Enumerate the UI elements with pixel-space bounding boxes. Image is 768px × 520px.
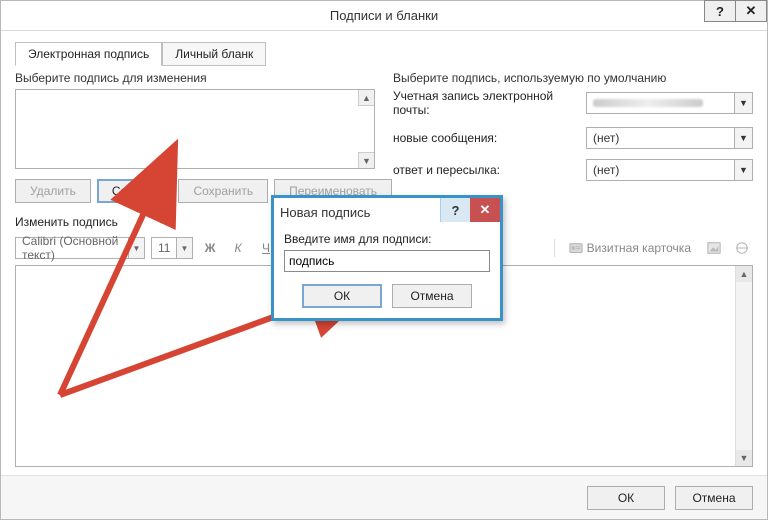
tab-signature[interactable]: Электронная подпись bbox=[15, 42, 162, 66]
select-signature-label: Выберите подпись для изменения bbox=[15, 71, 375, 85]
size-combo[interactable]: 11 ▼ bbox=[151, 237, 193, 259]
reply-value: (нет) bbox=[593, 163, 619, 177]
new-signature-modal: Новая подпись ? ✕ Введите имя для подпис… bbox=[271, 195, 503, 321]
help-button[interactable]: ? bbox=[704, 0, 736, 22]
scroll-down-icon[interactable]: ▼ bbox=[736, 450, 752, 466]
right-column: Выберите подпись, используемую по умолча… bbox=[393, 71, 753, 203]
window-title: Подписи и бланки bbox=[1, 8, 767, 23]
reply-select[interactable]: (нет) ▼ bbox=[586, 159, 753, 181]
scroll-up-icon[interactable]: ▲ bbox=[736, 266, 752, 282]
newmsg-label: новые сообщения: bbox=[393, 131, 578, 145]
default-heading: Выберите подпись, используемую по умолча… bbox=[393, 71, 753, 85]
italic-button[interactable]: К bbox=[227, 237, 249, 259]
modal-button-row: ОК Отмена bbox=[284, 284, 490, 308]
editor-scrollbar[interactable]: ▲ ▼ bbox=[735, 266, 752, 466]
tab-letterhead[interactable]: Личный бланк bbox=[162, 42, 266, 66]
business-card-label: Визитная карточка bbox=[587, 241, 691, 255]
account-select[interactable]: ▼ bbox=[586, 92, 753, 114]
close-button[interactable]: ✕ bbox=[735, 0, 767, 22]
window-buttons: ? ✕ bbox=[705, 0, 767, 22]
modal-title: Новая подпись bbox=[280, 205, 370, 220]
dialog-cancel-button[interactable]: Отмена bbox=[675, 486, 753, 510]
signature-name-input[interactable] bbox=[284, 250, 490, 272]
font-value: Calibri (Основной текст) bbox=[22, 234, 126, 262]
modal-help-button[interactable]: ? bbox=[440, 198, 470, 222]
insert-image-button[interactable] bbox=[703, 237, 725, 259]
modal-titlebar: Новая подпись ? ✕ bbox=[274, 198, 500, 226]
bold-button[interactable]: Ж bbox=[199, 237, 221, 259]
size-value: 11 bbox=[158, 241, 170, 255]
chevron-down-icon: ▼ bbox=[176, 238, 192, 258]
business-card-button[interactable]: Визитная карточка bbox=[563, 237, 697, 259]
chevron-down-icon: ▼ bbox=[128, 238, 144, 258]
newmsg-select[interactable]: (нет) ▼ bbox=[586, 127, 753, 149]
left-column: Выберите подпись для изменения ▲ ▼ Удали… bbox=[15, 71, 375, 203]
chevron-down-icon: ▼ bbox=[734, 93, 752, 113]
modal-cancel-button[interactable]: Отмена bbox=[392, 284, 472, 308]
dialog-ok-button[interactable]: ОК bbox=[587, 486, 665, 510]
signature-listbox[interactable]: ▲ ▼ bbox=[15, 89, 375, 169]
newmsg-value: (нет) bbox=[593, 131, 619, 145]
listbox-scroll-up[interactable]: ▲ bbox=[358, 90, 374, 106]
titlebar: Подписи и бланки ? ✕ bbox=[1, 1, 767, 31]
modal-buttons: ? ✕ bbox=[440, 198, 500, 222]
chevron-down-icon: ▼ bbox=[734, 160, 752, 180]
modal-close-button[interactable]: ✕ bbox=[470, 198, 500, 222]
account-row: Учетная запись электронной почты: ▼ bbox=[393, 89, 753, 117]
modal-ok-button[interactable]: ОК bbox=[302, 284, 382, 308]
newmsg-row: новые сообщения: (нет) ▼ bbox=[393, 127, 753, 149]
modal-input-label: Введите имя для подписи: bbox=[284, 232, 490, 246]
listbox-scroll-down[interactable]: ▼ bbox=[358, 152, 374, 168]
upper-columns: Выберите подпись для изменения ▲ ▼ Удали… bbox=[15, 71, 753, 203]
toolbar-separator bbox=[554, 239, 555, 257]
tabstrip: Электронная подпись Личный бланк bbox=[15, 41, 753, 65]
account-label: Учетная запись электронной почты: bbox=[393, 89, 578, 117]
account-redacted-value bbox=[593, 99, 703, 107]
card-icon bbox=[569, 241, 583, 255]
insert-link-button[interactable] bbox=[731, 237, 753, 259]
modal-body: Введите имя для подписи: ОК Отмена bbox=[274, 226, 500, 318]
reply-label: ответ и пересылка: bbox=[393, 163, 578, 177]
save-button[interactable]: Сохранить bbox=[178, 179, 268, 203]
chevron-down-icon: ▼ bbox=[734, 128, 752, 148]
create-button[interactable]: Создать bbox=[97, 179, 173, 203]
font-combo[interactable]: Calibri (Основной текст) ▼ bbox=[15, 237, 145, 259]
reply-row: ответ и пересылка: (нет) ▼ bbox=[393, 159, 753, 181]
delete-button[interactable]: Удалить bbox=[15, 179, 91, 203]
dialog-footer: ОК Отмена bbox=[1, 475, 767, 519]
